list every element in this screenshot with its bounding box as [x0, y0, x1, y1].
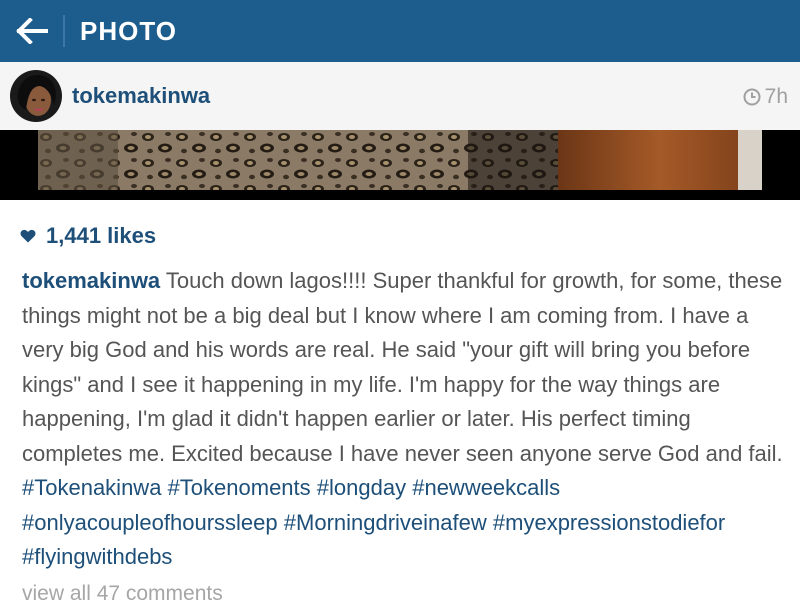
heart-icon [20, 229, 36, 243]
page-title: PHOTO [80, 16, 177, 46]
photo-image [38, 130, 762, 190]
hashtag[interactable]: #longday [317, 475, 406, 500]
avatar[interactable] [10, 70, 62, 122]
hashtag[interactable]: #myexpressionstodiefor [493, 510, 725, 535]
leopard-print-photo [38, 130, 762, 190]
hashtag[interactable]: #flyingwithdebs [22, 544, 172, 569]
likes-text: 1,441 likes [46, 223, 157, 248]
top-bar: PHOTO [0, 0, 800, 62]
hashtag[interactable]: #Tokenakinwa [22, 475, 161, 500]
post-photo[interactable] [0, 130, 800, 200]
hashtag[interactable]: #Tokenoments [168, 475, 311, 500]
hashtag[interactable]: #newweekcalls [412, 475, 560, 500]
caption-text: Touch down lagos!!!! Super thankful for … [22, 268, 783, 466]
back-button[interactable] [12, 13, 52, 49]
post-caption: tokemakinwa Touch down lagos!!!! Super t… [22, 264, 792, 575]
likes-count[interactable]: 1,441 likes [20, 222, 156, 250]
hashtag[interactable]: #onlyacoupleofhourssleep [22, 510, 278, 535]
view-comments-link[interactable]: view all 47 comments [22, 580, 223, 608]
post-timestamp: 7h [743, 84, 788, 110]
caption-username[interactable]: tokemakinwa [22, 268, 160, 293]
clock-icon [743, 88, 761, 106]
post-header: tokemakinwa 7h [0, 62, 800, 130]
header-divider [63, 15, 65, 47]
arrow-left-icon [16, 18, 48, 44]
timestamp-text: 7h [764, 85, 788, 108]
hashtag[interactable]: #Morningdriveinafew [284, 510, 487, 535]
post-username[interactable]: tokemakinwa [72, 82, 210, 110]
avatar-image [10, 70, 62, 122]
